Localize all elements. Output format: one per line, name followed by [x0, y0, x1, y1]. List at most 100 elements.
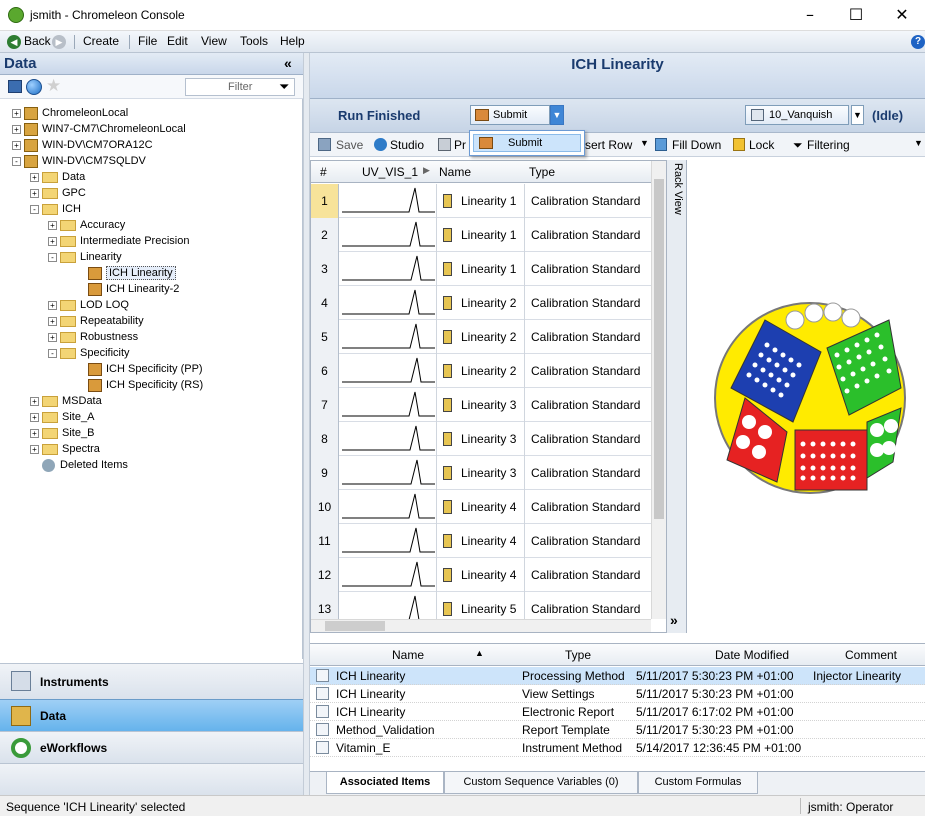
row-number[interactable]: 1 — [311, 184, 339, 218]
injection-name[interactable]: Linearity 3 — [461, 432, 516, 446]
maximize-button[interactable]: ☐ — [833, 0, 879, 31]
table-row[interactable]: 12 Linearity 4 Calibration Standard — [311, 558, 651, 592]
filter-funnel-icon[interactable]: ⏷ — [279, 79, 289, 95]
tree-node[interactable]: - Specificity — [48, 345, 130, 361]
table-row[interactable]: 7 Linearity 3 Calibration Standard — [311, 388, 651, 422]
menu-edit[interactable]: Edit — [167, 34, 188, 48]
menu-file[interactable]: File — [138, 34, 157, 48]
row-number[interactable]: 6 — [311, 354, 339, 388]
tree-node[interactable]: ICH Specificity (RS) — [76, 377, 203, 393]
injection-type[interactable]: Calibration Standard — [524, 218, 651, 252]
collapse-panel-icon[interactable]: « — [284, 55, 292, 71]
tree-node[interactable]: ICH Specificity (PP) — [76, 361, 203, 377]
tree-node[interactable]: + Robustness — [48, 329, 138, 345]
menu-help[interactable]: Help — [280, 34, 305, 48]
tree-node[interactable]: Deleted Items — [30, 457, 128, 473]
table-row[interactable]: 9 Linearity 3 Calibration Standard — [311, 456, 651, 490]
expand-toggle-icon[interactable]: + — [48, 316, 57, 326]
toolbar-overflow-icon[interactable]: ▼ — [914, 138, 923, 148]
tree-node[interactable]: + LOD LOQ — [48, 297, 129, 313]
expand-toggle-icon[interactable]: - — [12, 156, 21, 166]
table-row[interactable]: 13 Linearity 5 Calibration Standard — [311, 592, 651, 619]
associated-item-row[interactable]: Method_Validation Report Template 5/11/201… — [310, 721, 925, 739]
nav-instruments[interactable]: Instruments — [0, 663, 303, 699]
menu-view[interactable]: View — [201, 34, 227, 48]
expand-toggle-icon[interactable]: + — [48, 236, 57, 246]
injection-type[interactable]: Calibration Standard — [524, 456, 651, 490]
minimize-button[interactable]: – — [787, 0, 833, 31]
column-header-name[interactable]: Name — [439, 165, 471, 179]
table-row[interactable]: 5 Linearity 2 Calibration Standard — [311, 320, 651, 354]
lock-button[interactable]: Lock — [749, 138, 774, 152]
table-row[interactable]: 2 Linearity 1 Calibration Standard — [311, 218, 651, 252]
tree-node[interactable]: - ICH — [30, 201, 81, 217]
tree-node[interactable]: + Repeatability — [48, 313, 144, 329]
row-number[interactable]: 2 — [311, 218, 339, 252]
insert-row-dropdown-icon[interactable]: ▼ — [640, 138, 649, 148]
row-number[interactable]: 8 — [311, 422, 339, 456]
column-header-uv-vis[interactable]: UV_VIS_1 — [362, 165, 418, 179]
help-icon[interactable]: ? — [911, 35, 925, 49]
row-number[interactable]: 9 — [311, 456, 339, 490]
injection-name[interactable]: Linearity 3 — [461, 466, 516, 480]
row-number[interactable]: 12 — [311, 558, 339, 592]
tree-node[interactable]: ICH Linearity — [76, 265, 176, 281]
tree-node[interactable]: + MSData — [30, 393, 102, 409]
expand-toggle-icon[interactable]: - — [48, 252, 57, 262]
injection-type[interactable]: Calibration Standard — [524, 592, 651, 619]
tree-node[interactable]: + Accuracy — [48, 217, 125, 233]
column-header-number[interactable]: # — [320, 165, 327, 179]
rack-view-label[interactable]: Rack View — [672, 163, 684, 215]
column-header-name[interactable]: Name — [392, 648, 424, 662]
nav-eworkflows[interactable]: eWorkflows — [0, 731, 303, 763]
column-header-type[interactable]: Type — [529, 165, 555, 179]
injection-name[interactable]: Linearity 5 — [461, 602, 516, 616]
injection-type[interactable]: Calibration Standard — [524, 354, 651, 388]
associated-item-row[interactable]: ICH Linearity Processing Method 5/11/2017 … — [310, 667, 925, 685]
expand-toggle-icon[interactable]: + — [12, 108, 21, 118]
tree-node[interactable]: - WIN-DV\CM7SQLDV — [12, 153, 146, 169]
row-number[interactable]: 4 — [311, 286, 339, 320]
column-header-comment[interactable]: Comment — [845, 648, 897, 662]
back-button[interactable]: Back — [24, 34, 51, 48]
computer-icon[interactable] — [8, 80, 22, 93]
injection-name[interactable]: Linearity 1 — [461, 228, 516, 242]
injection-type[interactable]: Calibration Standard — [524, 252, 651, 286]
injection-name[interactable]: Linearity 1 — [461, 262, 516, 276]
injection-name[interactable]: Linearity 3 — [461, 398, 516, 412]
globe-icon[interactable] — [26, 79, 42, 95]
injection-type[interactable]: Calibration Standard — [524, 388, 651, 422]
expand-toggle-icon[interactable]: + — [30, 412, 39, 422]
back-arrow-icon[interactable]: ◀ — [7, 35, 21, 49]
injection-type[interactable]: Calibration Standard — [524, 320, 651, 354]
nav-data[interactable]: Data — [0, 699, 303, 731]
table-row[interactable]: 4 Linearity 2 Calibration Standard — [311, 286, 651, 320]
tree-node[interactable]: + WIN7-CM7\ChromeleonLocal — [12, 121, 186, 137]
tree-node[interactable]: + Site_B — [30, 425, 94, 441]
tree-node[interactable]: + GPC — [30, 185, 86, 201]
filtering-button[interactable]: Filtering — [807, 138, 850, 152]
expand-toggle-icon[interactable]: + — [30, 444, 39, 454]
injection-type[interactable]: Calibration Standard — [524, 286, 651, 320]
injection-name[interactable]: Linearity 4 — [461, 500, 516, 514]
table-row[interactable]: 11 Linearity 4 Calibration Standard — [311, 524, 651, 558]
injection-name[interactable]: Linearity 4 — [461, 568, 516, 582]
instrument-dropdown-arrow[interactable]: ▼ — [851, 105, 864, 125]
associated-item-row[interactable]: Vitamin_E Instrument Method 5/14/2017 12:3… — [310, 739, 925, 757]
save-button[interactable]: Save — [336, 138, 363, 152]
expand-toggle-icon[interactable]: - — [48, 348, 57, 358]
forward-arrow-icon[interactable]: ▶ — [52, 35, 66, 49]
submit-dropdown-arrow[interactable]: ▼ — [550, 105, 564, 125]
grid-horizontal-scroll-thumb[interactable] — [325, 621, 385, 631]
tree-node[interactable]: - Linearity — [48, 249, 122, 265]
fill-down-button[interactable]: Fill Down — [672, 138, 721, 152]
expand-toggle-icon[interactable]: + — [12, 124, 21, 134]
expand-toggle-icon[interactable]: + — [30, 428, 39, 438]
favorites-star-icon[interactable]: ★ — [46, 76, 61, 96]
close-button[interactable]: ✕ — [879, 0, 925, 31]
tab-custom-formulas[interactable]: Custom Formulas — [638, 772, 758, 794]
rack-view-tab[interactable] — [667, 160, 687, 633]
injection-type[interactable]: Calibration Standard — [524, 490, 651, 524]
expand-toggle-icon[interactable]: + — [30, 188, 39, 198]
submit-button[interactable]: Submit — [470, 105, 550, 125]
